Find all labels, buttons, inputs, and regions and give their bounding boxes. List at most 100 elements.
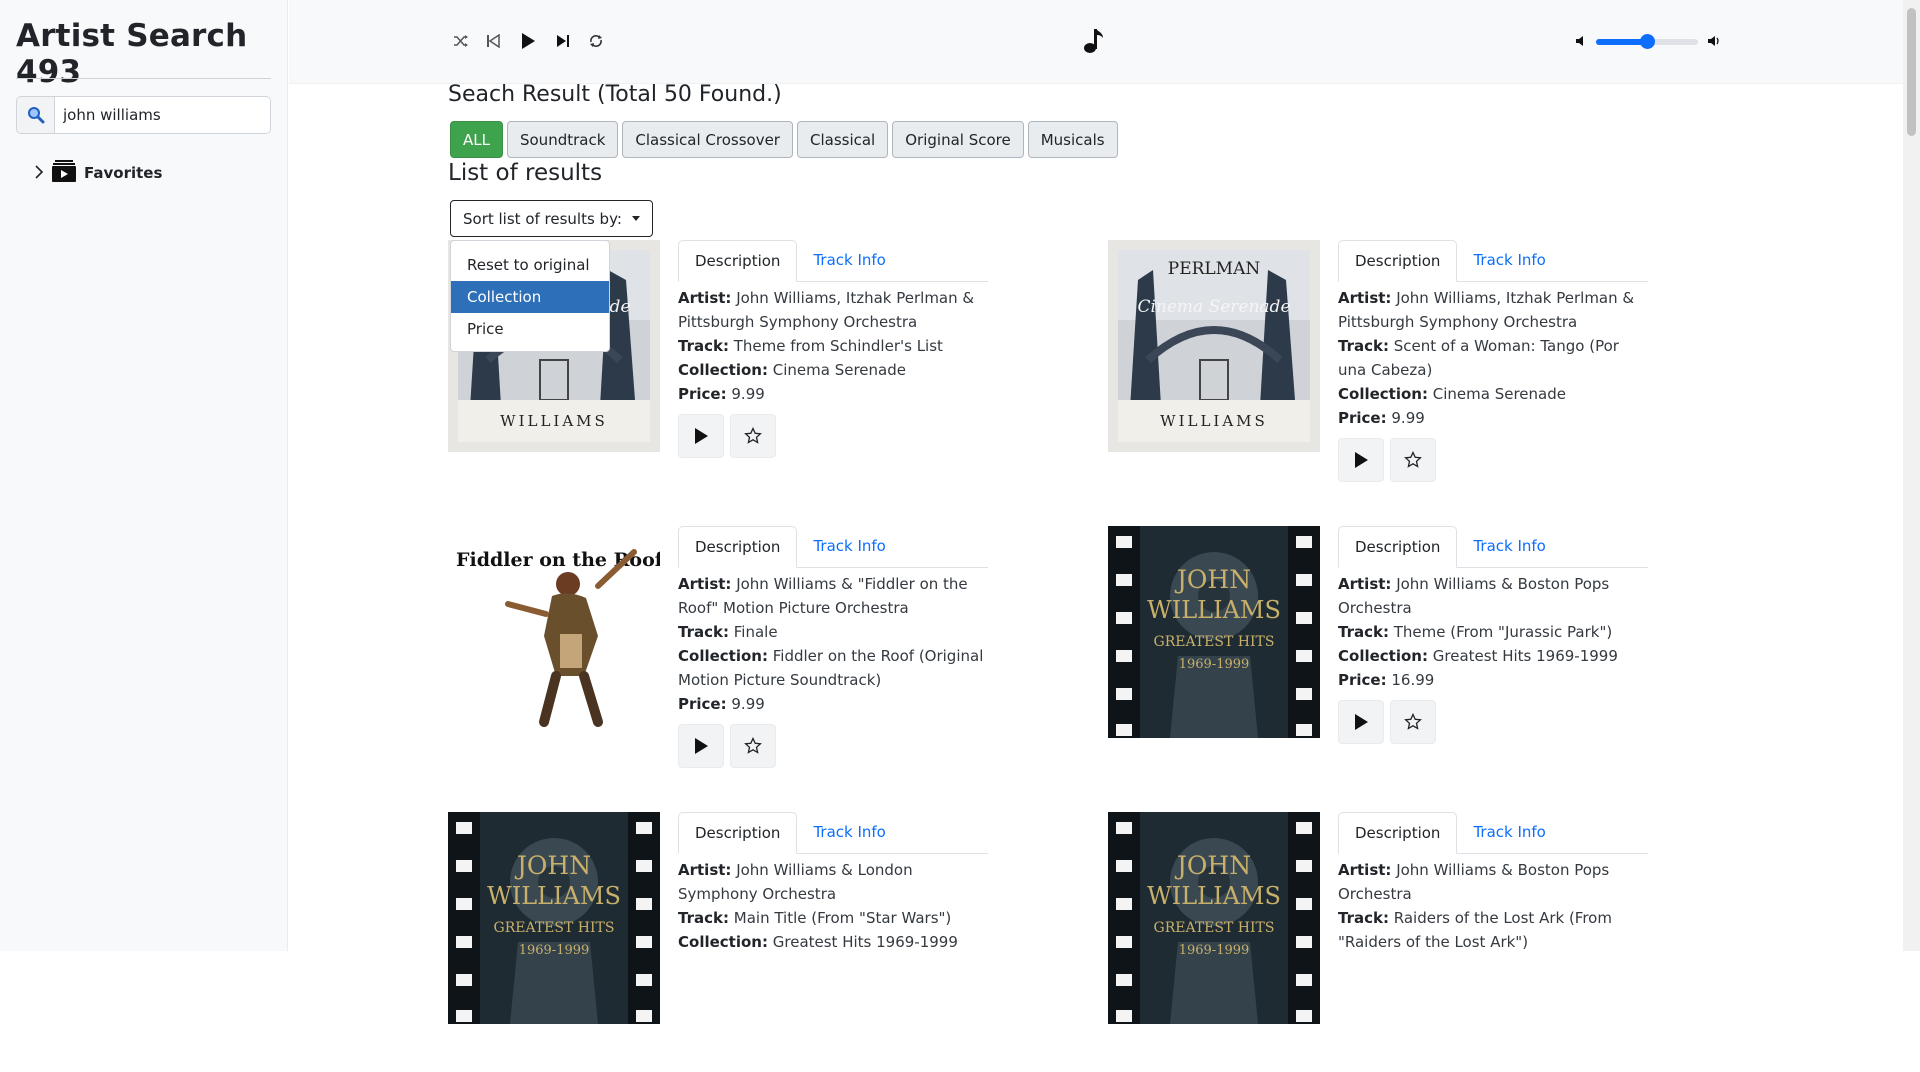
card-actions: [1338, 700, 1648, 744]
artist-field: Artist: John Williams & Boston Pops Orch…: [1338, 572, 1648, 620]
play-track-button[interactable]: [1338, 700, 1384, 744]
filter-all-button[interactable]: ALL: [450, 121, 503, 158]
favorite-button[interactable]: [730, 724, 776, 768]
collection-field-value: Cinema Serenade: [1432, 385, 1566, 403]
volume-slider-thumb[interactable]: [1640, 34, 1655, 49]
favorites-tree-item[interactable]: Favorites: [34, 160, 162, 186]
collection-field-label: Collection:: [1338, 385, 1428, 403]
shuffle-icon[interactable]: [450, 30, 472, 52]
collection-field: Collection: Cinema Serenade: [678, 358, 988, 382]
card-tabs: Description Track Info: [678, 812, 988, 854]
tab-track-info[interactable]: Track Info: [1457, 811, 1561, 853]
price-field: Price: 16.99: [1338, 668, 1648, 692]
play-track-button[interactable]: [1338, 438, 1384, 482]
tab-description[interactable]: Description: [678, 812, 798, 854]
star-outline-icon: [744, 737, 762, 754]
volume-up-icon[interactable]: [1707, 32, 1721, 51]
search-icon[interactable]: [17, 97, 55, 133]
card-actions: [1338, 438, 1648, 482]
result-card: JOHN WILLIAMS GREATEST HITS 1969-1999 De…: [448, 812, 1088, 1072]
collection-field-label: Collection:: [678, 647, 768, 665]
favorite-button[interactable]: [1390, 700, 1436, 744]
album-cover-image: Fiddler on the Roof: [448, 526, 660, 738]
skip-back-icon[interactable]: [482, 30, 504, 52]
track-details: Artist: John Williams & "Fiddler on the …: [678, 572, 988, 716]
track-field-value: Main Title (From "Star Wars"): [733, 909, 952, 927]
filter-classical-crossover-button[interactable]: Classical Crossover: [622, 121, 793, 158]
favorite-button[interactable]: [730, 414, 776, 458]
play-icon: [695, 738, 708, 754]
cover-bottom-text: WILLIAMS: [500, 412, 608, 430]
track-field: Track: Scent of a Woman: Tango (Por una …: [1338, 334, 1648, 382]
music-note-icon: [1083, 28, 1105, 58]
filter-soundtrack-button[interactable]: Soundtrack: [506, 121, 619, 158]
cover-line2: WILLIAMS: [1147, 596, 1281, 624]
track-field: Track: Raiders of the Lost Ark (From "Ra…: [1338, 906, 1648, 954]
tab-description[interactable]: Description: [678, 240, 798, 282]
play-icon: [695, 428, 708, 444]
skip-forward-icon[interactable]: [552, 30, 574, 52]
card-tabs: Description Track Info: [1338, 526, 1648, 568]
search-box: [16, 96, 271, 134]
artist-field: Artist: John Williams & London Symphony …: [678, 858, 988, 906]
cover-line1: JOHN: [514, 851, 591, 880]
track-field: Track: Theme from Schindler's List: [678, 334, 988, 358]
filter-musicals-button[interactable]: Musicals: [1027, 121, 1118, 158]
tab-track-info[interactable]: Track Info: [1457, 239, 1561, 281]
card-body: Description Track Info Artist: John Willia…: [678, 240, 988, 458]
tab-track-info[interactable]: Track Info: [1457, 525, 1561, 567]
chevron-right-icon[interactable]: [34, 164, 44, 183]
play-icon: [1355, 452, 1368, 468]
tab-description[interactable]: Description: [1338, 240, 1458, 282]
page-scrollbar[interactable]: [1903, 0, 1920, 951]
price-field-label: Price:: [1338, 409, 1387, 427]
play-track-button[interactable]: [678, 724, 724, 768]
search-input[interactable]: [55, 97, 270, 133]
collection-field: Collection: Cinema Serenade: [1338, 382, 1648, 406]
sort-dropdown-menu: Reset to original Collection Price: [450, 240, 610, 352]
sort-dropdown-button[interactable]: Sort list of results by:: [450, 200, 653, 237]
tab-description[interactable]: Description: [678, 526, 798, 568]
sort-option-price[interactable]: Price: [451, 313, 609, 345]
cover-line3: GREATEST HITS: [494, 920, 615, 936]
sort-option-collection[interactable]: Collection: [451, 281, 609, 313]
tab-track-info[interactable]: Track Info: [797, 811, 901, 853]
collection-field-value: Greatest Hits 1969-1999: [772, 933, 958, 951]
sort-option-reset[interactable]: Reset to original: [451, 249, 609, 281]
price-field-label: Price:: [1338, 671, 1387, 689]
artist-field-label: Artist:: [1338, 861, 1392, 879]
play-track-button[interactable]: [678, 414, 724, 458]
track-field-label: Track:: [1338, 909, 1389, 927]
volume-slider[interactable]: [1596, 34, 1698, 49]
search-result-heading: Seach Result (Total 50 Found.): [448, 82, 782, 107]
sort-dropdown-label: Sort list of results by:: [463, 209, 622, 228]
cover-line4: 1969-1999: [1179, 657, 1250, 672]
filter-classical-button[interactable]: Classical: [796, 121, 889, 158]
tab-description[interactable]: Description: [1338, 812, 1458, 854]
price-field: Price: 9.99: [678, 382, 988, 406]
artist-field-label: Artist:: [678, 289, 732, 307]
cover-line2: WILLIAMS: [487, 882, 621, 910]
star-outline-icon: [1404, 713, 1422, 730]
playlist-folder-icon: [52, 160, 76, 186]
cover-bottom-text: WILLIAMS: [1160, 412, 1268, 430]
repeat-icon[interactable]: [585, 30, 607, 52]
cover-line1: JOHN: [1174, 851, 1251, 880]
play-icon[interactable]: [517, 30, 539, 52]
caret-down-icon: [631, 216, 640, 221]
tab-track-info[interactable]: Track Info: [797, 239, 901, 281]
track-details: Artist: John Williams & London Symphony …: [678, 858, 988, 954]
cover-line3: GREATEST HITS: [1154, 920, 1275, 936]
volume-down-icon[interactable]: [1575, 32, 1587, 51]
card-body: Description Track Info Artist: John Willia…: [678, 526, 988, 768]
tab-track-info[interactable]: Track Info: [797, 525, 901, 567]
scrollbar-thumb[interactable]: [1907, 8, 1916, 136]
collection-field-label: Collection:: [1338, 647, 1428, 665]
card-tabs: Description Track Info: [678, 240, 988, 282]
favorites-label: Favorites: [84, 164, 163, 182]
tab-description[interactable]: Description: [1338, 526, 1458, 568]
track-field-label: Track:: [678, 623, 729, 641]
filter-original-score-button[interactable]: Original Score: [892, 121, 1024, 158]
artist-field: Artist: John Williams & "Fiddler on the …: [678, 572, 988, 620]
favorite-button[interactable]: [1390, 438, 1436, 482]
